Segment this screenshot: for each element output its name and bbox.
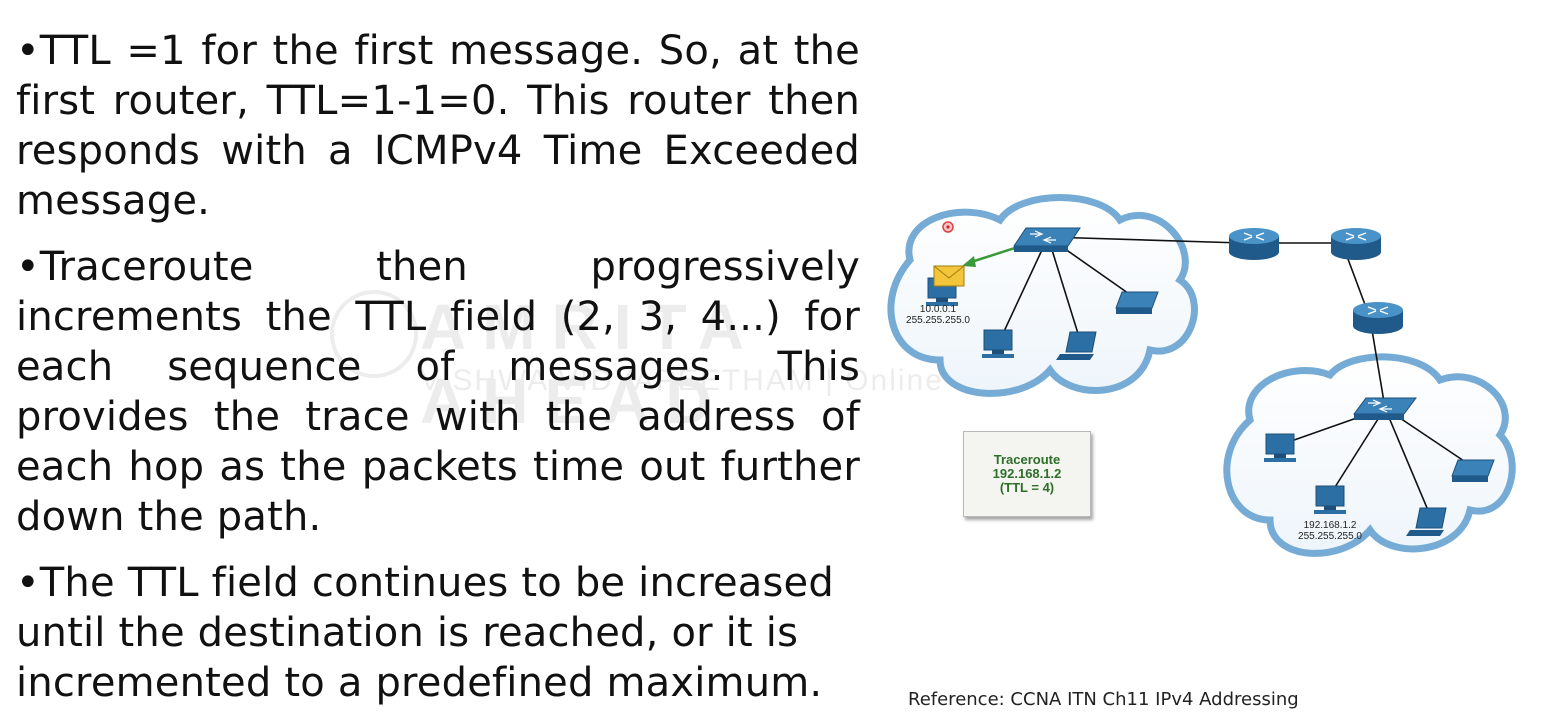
bullet-ttl-first: •TTL =1 for the first message. So, at th…: [16, 28, 860, 224]
source-mask: 255.255.255.0: [906, 315, 970, 326]
destination-mask: 255.255.255.0: [1298, 531, 1362, 542]
router-3-icon: [1353, 302, 1403, 334]
trace-box-target: 192.168.1.2: [992, 466, 1062, 481]
bullet-ttl-continues: •The TTL field continues to be increased…: [16, 560, 834, 706]
left-printer-icon: [1115, 291, 1159, 314]
source-host-label: 10.0.0.1 255.255.255.0: [898, 304, 978, 326]
router-2-icon: [1331, 228, 1381, 260]
trace-box-title: Traceroute: [993, 452, 1061, 467]
router-1-icon: [1229, 228, 1279, 260]
trace-box-ttl: (TTL = 4): [999, 480, 1055, 495]
traceroute-diagram: 10.0.0.1 255.255.255.0 192.168.1.2 255.2…: [870, 190, 1540, 580]
reference-note: Reference: CCNA ITN Ch11 IPv4 Addressing: [908, 689, 1299, 710]
envelope-icon: [933, 265, 965, 287]
traceroute-command-box: Traceroute 192.168.1.2 (TTL = 4): [963, 431, 1091, 517]
right-printer-icon: [1451, 459, 1495, 482]
destination-ip: 192.168.1.2: [1303, 520, 1357, 531]
source-ip: 10.0.0.1: [919, 304, 957, 315]
slide-text: •TTL =1 for the first message. So, at th…: [16, 26, 860, 724]
bullet-traceroute-increments: •Traceroute then progressively increment…: [16, 244, 860, 540]
destination-host-label: 192.168.1.2 255.255.255.0: [1286, 520, 1374, 542]
